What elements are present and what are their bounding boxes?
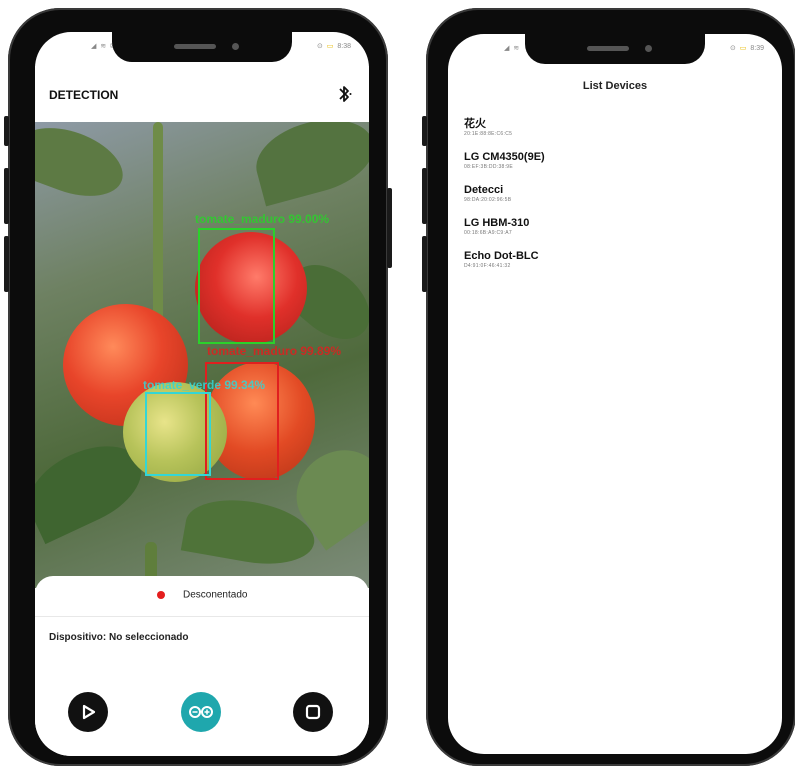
detection-label: tomate_verde 99.34%	[143, 378, 266, 392]
detection-label: tomate_maduro 99.00%	[195, 212, 330, 226]
detection-box-ripe-top	[198, 228, 275, 344]
volume-up-button	[4, 168, 9, 224]
volume-down-button	[422, 236, 427, 292]
detection-screen: ◢ ≋ ✉ ⊙ ▭ 8:38 DETECTION tomate_maduro 9…	[35, 32, 369, 756]
arduino-button[interactable]	[181, 692, 221, 732]
power-button	[387, 188, 392, 268]
selected-device-text: Dispositivo: No seleccionado	[49, 632, 189, 643]
status-time: 8:38	[337, 43, 351, 50]
stop-icon	[305, 704, 321, 720]
device-mac: 98:DA:20:02:96:5B	[464, 197, 512, 203]
app-header: DETECTION	[35, 66, 369, 123]
status-signal-icons: ◢ ≋	[504, 45, 521, 52]
front-camera	[645, 45, 652, 52]
device-list-item[interactable]: 花火 20:1E:88:8E:C6:C5	[464, 118, 766, 138]
status-bar-right: ⊙ ▭ 8:38	[317, 42, 351, 50]
status-bar-right: ⊙ ▭ 8:39	[730, 44, 764, 52]
speaker	[174, 44, 216, 49]
stem	[153, 122, 163, 322]
detection-box-green	[145, 392, 211, 476]
camera-preview: tomate_maduro 99.00% tomate_maduro 99.89…	[35, 122, 369, 588]
leaf	[247, 122, 369, 207]
status-alarm-icon: ⊙	[729, 45, 736, 52]
volume-up-button	[422, 168, 427, 224]
page-title: List Devices	[582, 80, 648, 92]
device-list-item[interactable]: LG HBM-310 00:18:6B:A9:C9:A7	[464, 217, 766, 237]
battery-icon: ▭	[739, 45, 747, 52]
device-mac: 20:1E:88:8E:C6:C5	[464, 131, 513, 137]
device-name: Detecci	[464, 184, 504, 196]
left-phone-frame: ◢ ≋ ✉ ⊙ ▭ 8:38 DETECTION tomate_maduro 9…	[4, 8, 392, 766]
connection-status: Desconentado	[35, 586, 369, 614]
play-button[interactable]	[68, 692, 108, 732]
bluetooth-icon[interactable]	[337, 84, 353, 104]
status-alarm-icon: ⊙	[316, 43, 323, 50]
control-panel: Desconentado Dispositivo: No seleccionad…	[35, 576, 369, 756]
device-name: LG HBM-310	[464, 217, 530, 229]
play-icon	[82, 704, 96, 720]
notch	[112, 32, 292, 62]
device-name: LG CM4350(9E)	[464, 151, 545, 163]
device-list-item[interactable]: Detecci 98:DA:20:02:96:5B	[464, 184, 766, 204]
device-list-item[interactable]: Echo Dot-BLC D4:91:0F:46:41:32	[464, 250, 766, 270]
right-phone-frame: ◢ ≋ ⊙ ▭ 8:39 List Devices 花火 20:1E:88:8E…	[422, 8, 795, 766]
battery-icon: ▭	[326, 43, 334, 50]
speaker	[587, 46, 629, 51]
front-camera	[232, 43, 239, 50]
volume-down-button	[4, 236, 9, 292]
device-list-screen: ◢ ≋ ⊙ ▭ 8:39 List Devices 花火 20:1E:88:8E…	[448, 34, 782, 754]
mute-switch	[4, 116, 9, 146]
connection-status-text: Desconentado	[182, 589, 248, 601]
device-name: Echo Dot-BLC	[464, 250, 539, 262]
leaf	[35, 122, 132, 210]
mute-switch	[422, 116, 427, 146]
device-name: 花火	[464, 118, 486, 130]
status-dot-icon	[156, 590, 165, 599]
arduino-infinity-icon	[189, 706, 213, 718]
stop-button[interactable]	[293, 692, 333, 732]
device-mac: 08:EF:3B:DD:38:9E	[464, 164, 514, 170]
device-mac: 00:18:6B:A9:C9:A7	[464, 230, 512, 236]
detection-label: tomate_maduro 99.89%	[207, 344, 342, 358]
page-title: DETECTION	[49, 88, 119, 102]
notch	[525, 34, 705, 64]
status-time: 8:39	[750, 45, 764, 52]
device-list: 花火 20:1E:88:8E:C6:C5 LG CM4350(9E) 08:EF…	[464, 118, 766, 283]
divider	[35, 616, 369, 617]
device-list-item[interactable]: LG CM4350(9E) 08:EF:3B:DD:38:9E	[464, 151, 766, 171]
device-mac: D4:91:0F:46:41:32	[464, 263, 511, 269]
